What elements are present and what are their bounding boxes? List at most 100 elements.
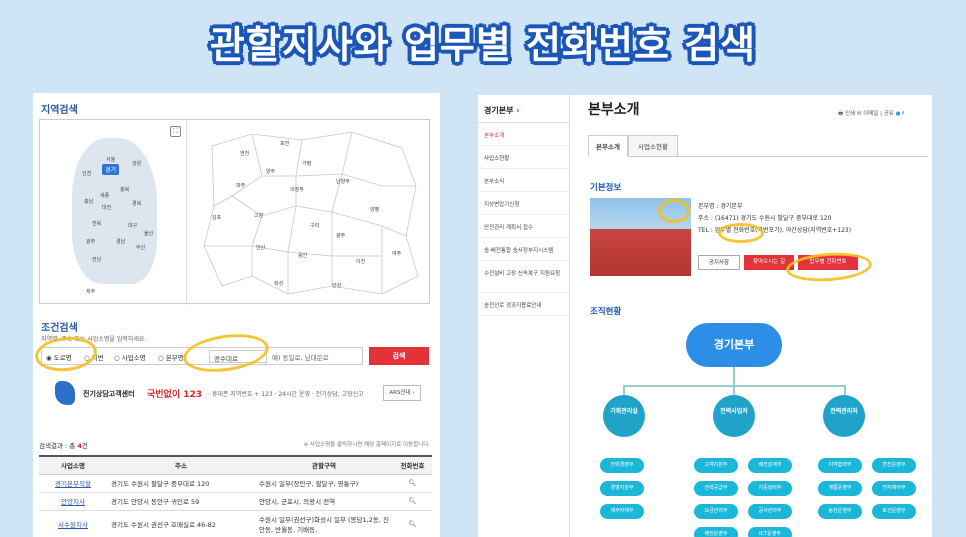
org-leaf[interactable]: 변전운영부 [872,458,916,473]
korea-label[interactable]: 강원 [132,160,141,167]
org-leaf[interactable]: 고객지원부 [694,458,738,473]
org-planning[interactable]: 기획관리실 [603,395,645,437]
region-highlight-gyeonggi[interactable]: 경기 [102,164,120,175]
org-title: 조직현황 [590,307,622,317]
map-label[interactable]: 용인 [298,252,307,259]
map-label[interactable]: 양평 [370,206,379,213]
org-leaf[interactable]: 전략경영부 [600,458,644,473]
search-icon[interactable]: 🔍︎ [393,492,432,511]
email-label[interactable]: 이메일 [863,111,878,117]
facebook-icon[interactable]: f [902,111,904,117]
org-leaf[interactable]: 지역협력부 [818,458,862,473]
highlight-circle [180,329,272,377]
korea-label[interactable]: 대구 [128,222,137,229]
sidebar-item-intro[interactable]: 본부소개 [478,123,569,146]
korea-label[interactable]: 부산 [136,244,145,251]
sidebar-item-news[interactable]: 본부소식 [478,169,569,192]
org-leaf[interactable]: 배전운영부 [694,527,738,537]
office-area: 수원시 일부(장안구, 팔달구, 영통구) [255,474,393,493]
org-leaf[interactable]: 토건운영부 [872,504,916,519]
office-area: 수원시 일부(권선구)화성시 일부 (봉담1,2동, 진안동, 반월동, 기배동… [255,510,393,537]
korea-label[interactable]: 대전 [102,204,111,211]
tab-offices[interactable]: 사업소현황 [628,135,678,157]
twitter-icon[interactable]: ● [896,111,901,117]
korea-label[interactable]: 울산 [144,230,153,237]
radio-hq[interactable]: ○ 본부명 [158,352,184,362]
office-link[interactable]: 경기본부직할 [39,474,107,493]
page-tools: 🖶 인쇄 ✉ 이메일 | 공유 ● f [838,111,905,117]
korea-label[interactable]: 인천 [82,170,91,177]
org-leaf[interactable]: 송전운영부 [818,504,862,519]
korea-label[interactable]: 제주 [86,288,95,295]
org-leaf[interactable]: 경영지원부 [600,481,644,496]
ars-button[interactable]: ARS안내 › [383,385,421,401]
sidebar-item-safety[interactable]: 안전관리 계획서 접수 [478,215,569,238]
office-address: 경기도 수원시 권선구 호매실로 46-82 [107,510,255,537]
korea-label[interactable]: 충남 [84,198,93,205]
search-button[interactable]: 검색 [369,347,429,365]
sidebar-item-offices[interactable]: 사업소현황 [478,146,569,169]
radio-office[interactable]: ○ 사업소명 [114,352,146,362]
print-icon[interactable]: 🖶 [838,111,843,117]
korea-label[interactable]: 세종 [100,192,109,199]
share-label[interactable]: 공유 [884,111,894,117]
korea-label[interactable]: 경남 [116,238,125,245]
sidebar-title[interactable]: 경기본부 › [478,95,569,123]
korea-label[interactable]: 충북 [120,186,129,193]
korea-label[interactable]: 경북 [132,200,141,207]
office-link[interactable]: 서수원지사 [39,510,107,537]
sidebar-item-route[interactable]: 송전선로 경과지용료안내 [478,293,569,316]
map-label[interactable]: 의정부 [290,186,304,193]
map-label[interactable]: 화성 [274,280,283,287]
map-label[interactable]: 안성 [332,282,341,289]
korea-label[interactable]: 서울 [106,156,115,163]
print-label[interactable]: 인쇄 [845,111,855,117]
org-leaf[interactable]: 지중설비부 [748,481,792,496]
email-icon[interactable]: ✉ [857,111,862,117]
sidebar-item-transmission[interactable]: 송·배전통합 송사정부지시스템 [478,238,569,261]
korea-label[interactable]: 전남 [92,256,101,263]
col-address: 주소 [107,455,255,475]
map-label[interactable]: 구리 [310,222,319,229]
sidebar-item-transformer[interactable]: 지상변압기신청 [478,192,569,215]
map-label[interactable]: 고양 [254,212,263,219]
page-title: 본부소개 [588,102,640,118]
map-label[interactable]: 연천 [240,150,249,157]
call-center-info: · 휴대폰 지역번호 + 123 · 24시간 운영 · 전기상담, 고장신고 [208,391,364,398]
map-label[interactable]: 김포 [212,214,221,221]
org-business[interactable]: 전력사업처 [713,395,755,437]
highlight-circle [658,199,690,223]
search-icon[interactable]: 🔍︎ [393,474,432,493]
korea-label[interactable]: 전북 [92,220,101,227]
map-label[interactable]: 가평 [302,160,311,167]
org-leaf[interactable]: 공사관리부 [748,504,792,519]
org-line [733,367,735,385]
org-root[interactable]: 경기본부 [686,323,782,367]
map-label[interactable]: 양주 [266,168,275,175]
org-leaf[interactable]: ICT운영부 [748,527,792,537]
sidebar-item-repair[interactable]: 수전설비 고장·신속복구 지원요청 [478,261,569,293]
tab-intro[interactable]: 본부소개 [588,135,628,157]
org-leaf[interactable]: 재무자재부 [600,504,644,519]
office-link[interactable]: 안양지사 [39,492,107,511]
korea-label[interactable]: 광주 [86,238,95,245]
map-label[interactable]: 포천 [280,140,289,147]
org-management[interactable]: 전력관리처 [823,395,865,437]
org-leaf[interactable]: 요금관리부 [694,504,738,519]
map-label[interactable]: 남양주 [336,178,350,185]
zoom-icon[interactable]: ⛶ [170,126,181,137]
map-label[interactable]: 광주 [336,232,345,239]
org-leaf[interactable]: 계통운영부 [818,481,862,496]
map-label[interactable]: 파주 [236,182,245,189]
map-label[interactable]: 여주 [392,250,401,257]
gyeonggi-region-map[interactable] [192,126,424,298]
map-label[interactable]: 이천 [356,258,365,265]
notice-button[interactable]: 공지사항 [698,255,740,270]
search-icon[interactable]: 🔍︎ [393,510,432,537]
map-label[interactable]: 안산 [256,244,265,251]
result-note: ※ 사업소명을 클릭하시면 해당 홈페이지로 이동합니다. [303,442,430,448]
org-leaf[interactable]: 전자제어부 [872,481,916,496]
org-leaf[interactable]: 배전설계부 [748,458,792,473]
input-hint: 예) 동일로, 남대문로 [272,354,329,362]
org-leaf[interactable]: 전력공급부 [694,481,738,496]
